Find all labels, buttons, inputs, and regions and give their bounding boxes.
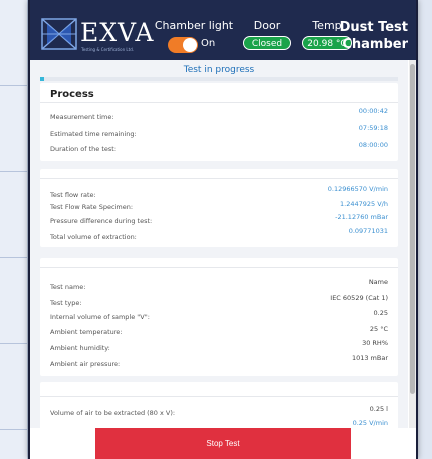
- test-flow-rate-label: Test flow rate:: [50, 191, 96, 199]
- pressure-difference-label: Pressure difference during test:: [50, 217, 153, 225]
- divider: [40, 396, 398, 397]
- test-duration-value: 08:00:00: [358, 141, 388, 149]
- time-remaining-value: 07:59:18: [358, 124, 388, 132]
- parameters-card: Test name: Name Test type: IEC 60529 (Ca…: [40, 258, 398, 376]
- test-name-value: Name: [368, 278, 388, 286]
- main-content[interactable]: Test in progress Process Measurement tim…: [30, 60, 408, 428]
- toggle-knob: [183, 38, 197, 52]
- chamber-light-toggle[interactable]: [168, 37, 198, 53]
- flow-rate-specimen-label: Test Flow Rate Specimen:: [50, 203, 134, 211]
- chamber-title-line2: Chamber: [342, 37, 408, 52]
- exva-logo-icon: [41, 18, 77, 50]
- process-title: Process: [50, 89, 94, 100]
- test-flow-rate-value: 0.12966570 V/min: [327, 185, 388, 193]
- ambient-temperature-value: 25 °C: [369, 325, 388, 333]
- left-panel-strip: [0, 0, 28, 459]
- device-screen: EXVA Testing & Certification Ltd. Chambe…: [28, 0, 418, 459]
- test-name-label: Test name:: [50, 283, 86, 291]
- divider: [40, 102, 398, 103]
- left-strip-cell: [0, 344, 27, 430]
- ambient-humidity-label: Ambient humidity:: [50, 344, 110, 352]
- test-progress-bar: [40, 77, 398, 81]
- scrollbar-thumb[interactable]: [410, 64, 415, 394]
- flow-rate-specimen-value: 1.2447925 V/h: [340, 200, 388, 208]
- window-background: EXVA Testing & Certification Ltd. Chambe…: [0, 0, 432, 459]
- time-remaining-label: Estimated time remaining:: [50, 130, 137, 138]
- measurement-time-value: 00:00:42: [358, 107, 388, 115]
- left-strip-cell: [0, 172, 27, 258]
- divider: [40, 267, 398, 268]
- test-duration-label: Duration of the test:: [50, 145, 117, 153]
- air-volume-value: 0.25 l: [369, 405, 388, 413]
- extraction-card: Volume of air to be extracted (80 x V): …: [40, 382, 398, 428]
- total-volume-label: Total volume of extraction:: [50, 233, 137, 241]
- test-type-value: IEC 60529 (Cat 1): [330, 294, 388, 302]
- content-scrollbar[interactable]: [409, 60, 416, 428]
- chamber-light-label: Chamber light: [154, 19, 234, 32]
- left-strip-cell: [0, 258, 27, 344]
- extraction-rate-value: 0.25 V/min: [352, 419, 388, 427]
- app-header: EXVA Testing & Certification Ltd. Chambe…: [30, 0, 416, 60]
- footer-bar: Stop Test: [30, 428, 416, 459]
- test-status-text: Test in progress: [183, 65, 255, 75]
- stop-test-button[interactable]: Stop Test: [95, 428, 351, 459]
- test-type-label: Test type:: [50, 299, 82, 307]
- flow-card: Test flow rate: 0.12966570 V/min Test Fl…: [40, 169, 398, 247]
- ambient-humidity-value: 30 RH%: [362, 339, 388, 347]
- process-card: Process Measurement time: 00:00:42 Estim…: [40, 83, 398, 161]
- door-status-badge: Closed: [243, 36, 291, 50]
- divider: [40, 178, 398, 179]
- air-volume-label: Volume of air to be extracted (80 x V):: [50, 409, 176, 417]
- brand-subtitle: Testing & Certification Ltd.: [81, 47, 135, 52]
- internal-volume-value: 0.25: [373, 309, 388, 317]
- test-progress-fill: [40, 77, 44, 81]
- internal-volume-label: Internal volume of sample "V":: [50, 313, 150, 321]
- door-label: Door: [253, 19, 281, 32]
- ambient-pressure-label: Ambient air pressure:: [50, 360, 121, 368]
- chamber-light-state: On: [201, 38, 216, 49]
- left-strip-cell: [0, 86, 27, 172]
- total-volume-value: 0.09771031: [348, 227, 388, 235]
- chamber-title-line1: Dust Test: [339, 20, 408, 35]
- pressure-difference-value: -21.12760 mBar: [335, 213, 388, 221]
- ambient-pressure-value: 1013 mBar: [351, 354, 388, 362]
- chamber-title: Dust Test Chamber: [340, 19, 408, 53]
- left-strip-cell: [0, 0, 27, 86]
- brand-name: EXVA: [80, 18, 155, 47]
- ambient-temperature-label: Ambient temperature:: [50, 328, 123, 336]
- measurement-time-label: Measurement time:: [50, 113, 114, 121]
